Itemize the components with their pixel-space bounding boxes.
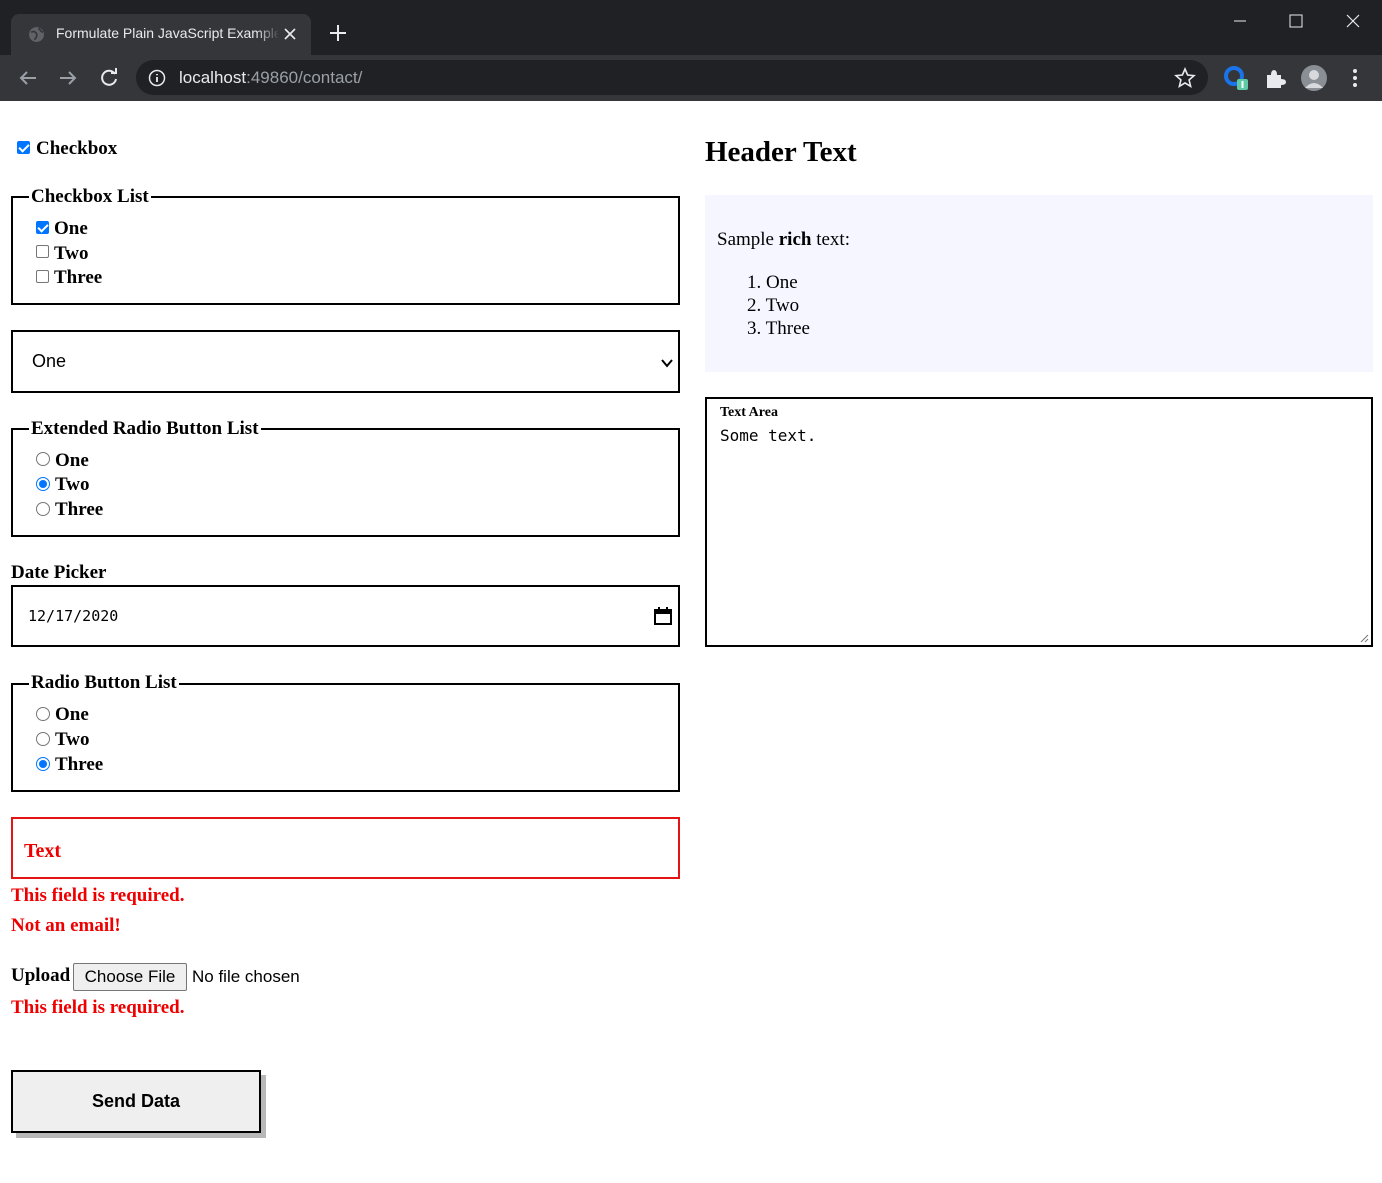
list-item: 1. One	[747, 272, 798, 293]
tab-title: Formulate Plain JavaScript Example	[56, 25, 278, 41]
calendar-icon[interactable]	[653, 606, 673, 626]
radio-option-label: Three	[55, 499, 104, 520]
list-item: 2. Two	[747, 295, 800, 316]
puzzle-extensions-icon[interactable]	[1263, 65, 1289, 91]
minimize-icon[interactable]	[1232, 13, 1248, 29]
checkbox-option-two[interactable]	[36, 245, 49, 258]
reload-icon[interactable]	[98, 67, 120, 89]
upload-error-message: This field is required.	[11, 997, 185, 1018]
checkbox-option-label: Three	[54, 267, 103, 288]
radio-option-label: Two	[55, 729, 90, 750]
required-error-message: This field is required.	[11, 885, 185, 906]
rich-text-list: 1. One 2. Two 3. Three	[747, 271, 810, 340]
checkbox-option-three[interactable]	[36, 270, 49, 283]
bookmark-star-icon[interactable]	[1174, 67, 1196, 89]
text-input[interactable]: Text	[11, 817, 680, 879]
extended-radio-option-one[interactable]	[36, 452, 50, 466]
extended-radio-list-legend: Extended Radio Button List	[29, 418, 261, 440]
dropdown-select[interactable]: One	[11, 330, 680, 393]
window-close-icon[interactable]	[1345, 13, 1361, 29]
radio-option-two[interactable]	[36, 732, 50, 746]
radio-option-label: One	[55, 450, 89, 471]
email-error-message: Not an email!	[11, 915, 121, 936]
browser-tab[interactable]: Formulate Plain JavaScript Example	[11, 14, 311, 55]
more-menu-icon[interactable]	[1342, 65, 1368, 91]
text-input-label: Text	[24, 840, 62, 862]
extension-badge-icon[interactable]	[1223, 65, 1249, 91]
checkbox-list-legend: Checkbox List	[29, 186, 151, 208]
date-picker-input[interactable]: 12/17/2020	[11, 585, 680, 647]
choose-file-button[interactable]: Choose File	[73, 963, 187, 991]
close-icon[interactable]	[283, 27, 297, 41]
url-text: localhost:49860/contact/	[179, 68, 363, 87]
header-text: Header Text	[705, 136, 857, 168]
radio-option-label: Two	[55, 474, 90, 495]
send-data-button[interactable]: Send Data	[11, 1070, 261, 1133]
checkbox-option-label: Two	[54, 243, 89, 264]
checkbox-option-one[interactable]	[36, 221, 49, 234]
extended-radio-option-two[interactable]	[36, 477, 50, 491]
checkbox-label: Checkbox	[36, 138, 118, 159]
radio-option-label: One	[55, 704, 89, 725]
list-item: 3. Three	[747, 318, 810, 339]
radio-option-label: Three	[55, 754, 104, 775]
radio-list-legend: Radio Button List	[29, 672, 179, 694]
upload-label: Upload	[11, 965, 71, 986]
page-content: Checkbox Checkbox List One Two Three One…	[1, 101, 1382, 1183]
back-arrow-icon[interactable]	[17, 67, 39, 89]
chevron-down-icon	[661, 359, 673, 368]
profile-avatar-icon[interactable]	[1301, 65, 1327, 91]
info-icon[interactable]	[148, 69, 166, 87]
checkbox-option-label: One	[54, 218, 88, 239]
resize-grip-icon[interactable]	[1359, 633, 1369, 643]
rich-text-block: Sample rich text: 1. One 2. Two 3. Three	[705, 195, 1373, 372]
date-value: 12/17/2020	[28, 607, 119, 625]
rich-text-intro: Sample rich text:	[717, 229, 850, 250]
forward-arrow-icon[interactable]	[57, 67, 79, 89]
text-area-label: Text Area	[720, 405, 778, 420]
globe-icon	[29, 27, 44, 42]
extended-radio-option-three[interactable]	[36, 502, 50, 516]
radio-option-one[interactable]	[36, 707, 50, 721]
text-area-value: Some text.	[720, 426, 817, 445]
standalone-checkbox[interactable]	[17, 141, 30, 154]
radio-option-three[interactable]	[36, 757, 50, 771]
address-bar[interactable]: localhost:49860/contact/	[136, 60, 1208, 95]
new-tab-icon[interactable]	[329, 24, 347, 42]
text-area[interactable]: Text Area Some text.	[705, 397, 1373, 647]
extended-radio-list-fieldset	[11, 428, 680, 537]
browser-titlebar: Formulate Plain JavaScript Example	[0, 0, 1382, 55]
date-picker-label: Date Picker	[11, 562, 107, 583]
file-status: No file chosen	[192, 967, 300, 986]
checkbox-list-fieldset	[11, 196, 680, 305]
browser-toolbar: localhost:49860/contact/	[0, 55, 1382, 101]
radio-list-fieldset	[11, 683, 680, 792]
dropdown-value: One	[32, 351, 67, 371]
maximize-icon[interactable]	[1288, 13, 1304, 29]
